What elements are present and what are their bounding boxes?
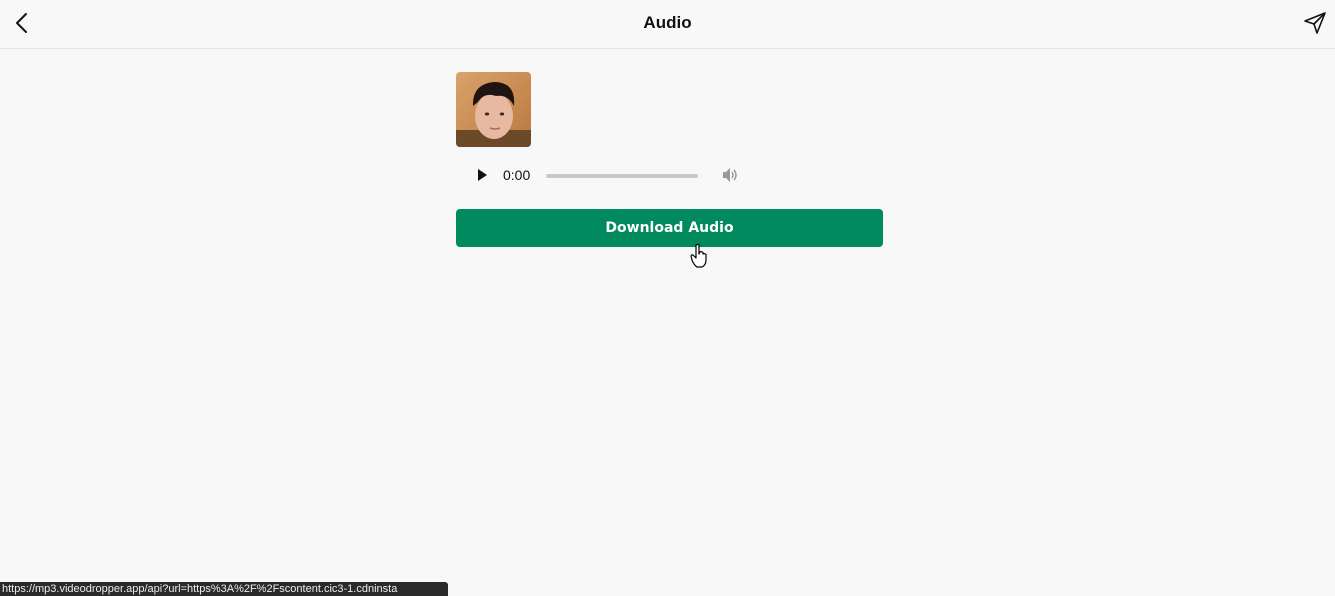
link-status-bar: https://mp3.videodropper.app/api?url=htt… — [0, 582, 448, 596]
play-icon[interactable] — [475, 168, 489, 182]
share-button[interactable] — [1301, 9, 1329, 37]
progress-slider[interactable] — [546, 174, 698, 178]
download-audio-button[interactable]: Download Audio — [456, 209, 883, 247]
send-icon — [1304, 12, 1326, 34]
audio-player: 0:00 — [456, 161, 756, 189]
current-time: 0:00 — [503, 167, 531, 183]
top-bar: Audio — [0, 0, 1335, 49]
page-title: Audio — [643, 13, 692, 32]
audio-thumbnail — [456, 72, 531, 147]
audio-content: 0:00 Download Audio — [456, 72, 883, 247]
volume-icon[interactable] — [721, 167, 739, 183]
